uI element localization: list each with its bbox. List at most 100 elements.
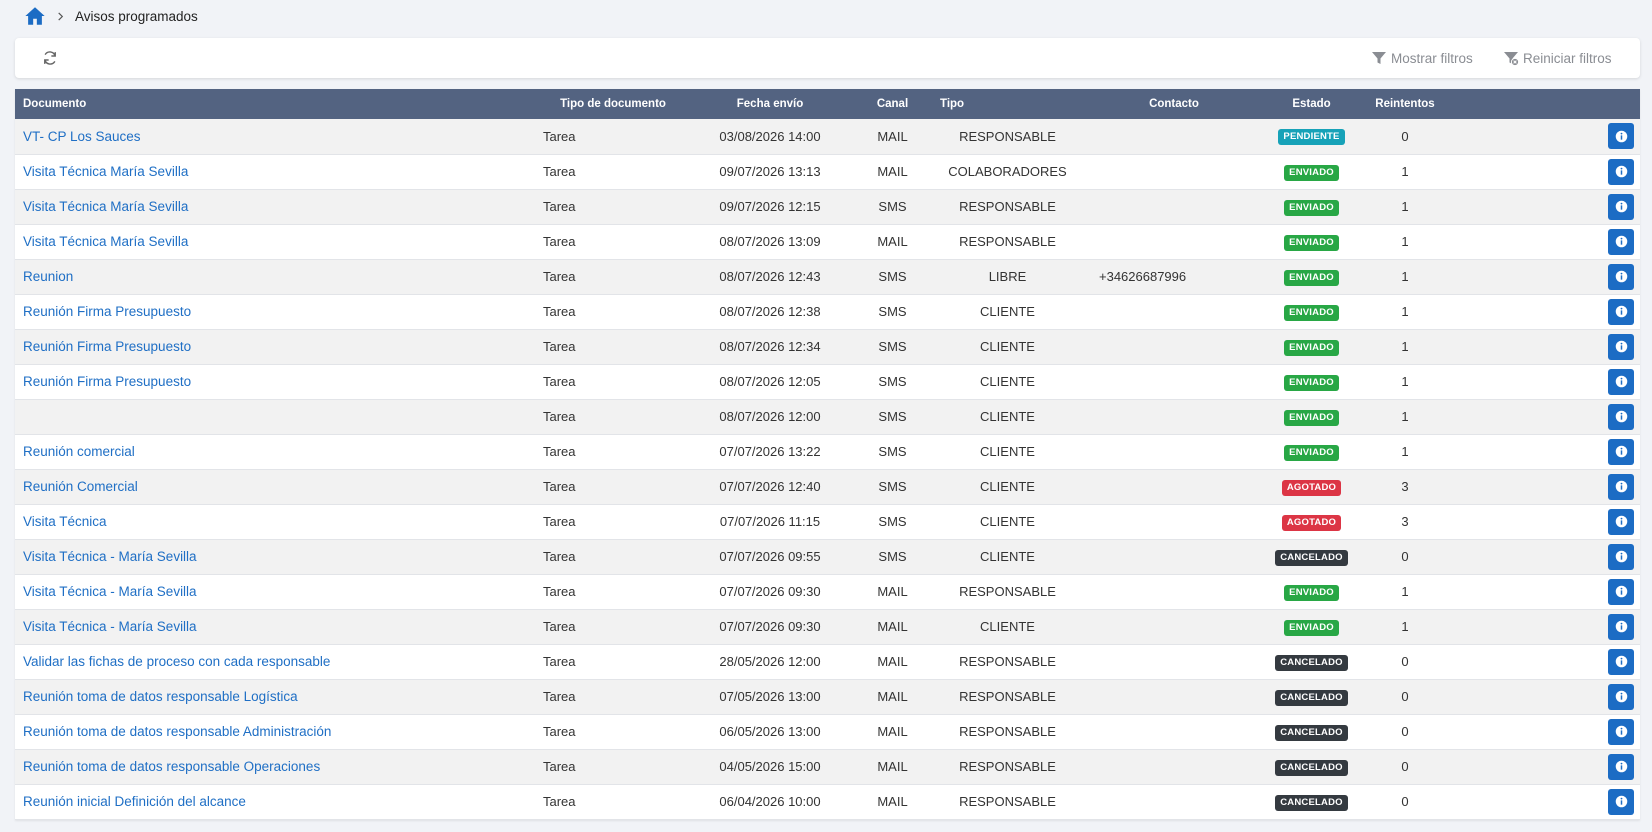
cell-estado: AGOTADO: [1263, 504, 1360, 539]
info-button[interactable]: [1608, 718, 1634, 745]
refresh-icon[interactable]: [41, 49, 59, 67]
document-link[interactable]: Reunión toma de datos responsable Admini…: [23, 724, 331, 739]
cell-tipo: RESPONSABLE: [959, 759, 1056, 774]
cell-tipo-documento: Tarea: [543, 724, 576, 739]
table-row[interactable]: Visita Técnica Tarea 07/07/2026 11:15 SMS CL…: [15, 504, 1640, 539]
info-button[interactable]: [1608, 473, 1634, 500]
info-button[interactable]: [1608, 788, 1634, 815]
table-row[interactable]: Visita Técnica María Sevilla Tarea 08/07/2…: [15, 224, 1640, 259]
cell-fecha-envio: 08/07/2026 12:38: [719, 304, 821, 319]
cell-tipo-documento: Tarea: [543, 374, 576, 389]
info-button[interactable]: [1608, 263, 1634, 290]
info-button[interactable]: [1608, 298, 1634, 325]
table-row[interactable]: Reunión Comercial Tarea 07/07/2026 12:40 SM…: [15, 469, 1640, 504]
info-button[interactable]: [1608, 648, 1634, 675]
cell-actions: [1450, 154, 1640, 189]
header-reintentos[interactable]: Reintentos: [1360, 89, 1450, 119]
table-row[interactable]: Reunión toma de datos responsable Admini…: [15, 714, 1640, 749]
document-link[interactable]: Visita Técnica - María Sevilla: [23, 619, 197, 634]
table-row[interactable]: Visita Técnica - María Sevilla Tarea 07/07…: [15, 574, 1640, 609]
cell-canal: SMS: [878, 339, 907, 354]
cell-fecha-envio: 08/07/2026 12:05: [719, 374, 821, 389]
cell-actions: [1450, 679, 1640, 714]
info-button[interactable]: [1608, 193, 1634, 220]
table-row[interactable]: Reunión toma de datos responsable Operac…: [15, 749, 1640, 784]
table-row[interactable]: Reunion Tarea 08/07/2026 12:43 SMS LIBRE +346…: [15, 259, 1640, 294]
cell-contacto: [1085, 679, 1263, 714]
status-badge: PENDIENTE: [1278, 129, 1345, 146]
cell-canal: SMS: [878, 304, 907, 319]
info-icon: [1615, 270, 1627, 283]
document-link[interactable]: Visita Técnica María Sevilla: [23, 164, 188, 179]
document-link[interactable]: Reunión toma de datos responsable Operac…: [23, 759, 320, 774]
cell-actions: [1450, 609, 1640, 644]
cell-documento: Reunión toma de datos responsable Operac…: [15, 749, 505, 784]
table-row[interactable]: Validar las fichas de proceso con cada r…: [15, 644, 1640, 679]
table-row[interactable]: Tarea 08/07/2026 12:00 SMS CLIENTE ENVIADO 1: [15, 399, 1640, 434]
status-badge: ENVIADO: [1284, 444, 1339, 461]
document-link[interactable]: Visita Técnica María Sevilla: [23, 234, 188, 249]
table-row[interactable]: Visita Técnica María Sevilla Tarea 09/07/2…: [15, 154, 1640, 189]
info-button[interactable]: [1608, 403, 1634, 430]
info-button[interactable]: [1608, 508, 1634, 535]
document-link[interactable]: Reunión comercial: [23, 444, 135, 459]
reset-filters-button[interactable]: Reiniciar filtros: [1503, 48, 1612, 68]
document-link[interactable]: Reunión inicial Definición del alcance: [23, 794, 246, 809]
document-link[interactable]: VT- CP Los Sauces: [23, 129, 141, 144]
table-row[interactable]: Reunión toma de datos responsable Logíst…: [15, 679, 1640, 714]
cell-actions: [1450, 784, 1640, 819]
document-link[interactable]: Reunión toma de datos responsable Logíst…: [23, 689, 298, 704]
cell-canal: SMS: [878, 549, 907, 564]
breadcrumb: Avisos programados: [24, 5, 198, 27]
info-button[interactable]: [1608, 683, 1634, 710]
cell-contacto: [1085, 574, 1263, 609]
info-button[interactable]: [1608, 543, 1634, 570]
header-estado[interactable]: Estado: [1263, 89, 1360, 119]
table-row[interactable]: Visita Técnica - María Sevilla Tarea 07/07…: [15, 539, 1640, 574]
document-link[interactable]: Visita Técnica: [23, 514, 107, 529]
header-fecha-envio[interactable]: Fecha envío: [685, 89, 855, 119]
info-button[interactable]: [1608, 228, 1634, 255]
table-row[interactable]: VT- CP Los Sauces Tarea 03/08/2026 14:00 MA…: [15, 119, 1640, 154]
cell-actions: [1450, 259, 1640, 294]
info-button[interactable]: [1608, 158, 1634, 185]
header-tipo-documento[interactable]: Tipo de documento: [505, 89, 685, 119]
document-link[interactable]: Visita Técnica - María Sevilla: [23, 584, 197, 599]
header-tipo[interactable]: Tipo: [930, 89, 1085, 119]
cell-tipo: CLIENTE: [980, 374, 1035, 389]
table-row[interactable]: Reunión comercial Tarea 07/07/2026 13:22 SM…: [15, 434, 1640, 469]
document-link[interactable]: Visita Técnica - María Sevilla: [23, 549, 197, 564]
document-link[interactable]: Reunión Firma Presupuesto: [23, 304, 191, 319]
table-row[interactable]: Visita Técnica - María Sevilla Tarea 07/07…: [15, 609, 1640, 644]
document-link[interactable]: Reunion: [23, 269, 73, 284]
info-button[interactable]: [1608, 333, 1634, 360]
document-link[interactable]: Reunión Firma Presupuesto: [23, 374, 191, 389]
home-icon[interactable]: [24, 5, 46, 27]
cell-estado: ENVIADO: [1263, 329, 1360, 364]
cell-tipo-documento: Tarea: [543, 128, 576, 144]
show-filters-button[interactable]: Mostrar filtros: [1371, 48, 1473, 68]
info-button[interactable]: [1608, 613, 1634, 640]
status-badge: CANCELADO: [1275, 654, 1348, 671]
cell-documento: Visita Técnica María Sevilla: [15, 189, 505, 224]
header-documento[interactable]: Documento: [15, 89, 505, 119]
info-button[interactable]: [1608, 753, 1634, 780]
info-icon: [1615, 445, 1627, 458]
table-row[interactable]: Reunión Firma Presupuesto Tarea 08/07/2026…: [15, 329, 1640, 364]
table-row[interactable]: Reunión inicial Definición del alcance Ta…: [15, 784, 1640, 819]
table-row[interactable]: Visita Técnica María Sevilla Tarea 09/07/2…: [15, 189, 1640, 224]
document-link[interactable]: Reunión Comercial: [23, 479, 138, 494]
cell-canal: MAIL: [877, 794, 908, 809]
table-row[interactable]: Reunión Firma Presupuesto Tarea 08/07/2026…: [15, 364, 1640, 399]
document-link[interactable]: Validar las fichas de proceso con cada r…: [23, 654, 330, 669]
cell-fecha-envio: 07/07/2026 13:22: [719, 444, 821, 459]
document-link[interactable]: Visita Técnica María Sevilla: [23, 199, 188, 214]
info-button[interactable]: [1608, 578, 1634, 605]
header-contacto[interactable]: Contacto: [1085, 89, 1263, 119]
header-canal[interactable]: Canal: [855, 89, 930, 119]
info-button[interactable]: [1608, 438, 1634, 465]
document-link[interactable]: Reunión Firma Presupuesto: [23, 339, 191, 354]
info-button[interactable]: [1608, 123, 1634, 150]
table-row[interactable]: Reunión Firma Presupuesto Tarea 08/07/2026…: [15, 294, 1640, 329]
info-button[interactable]: [1608, 368, 1634, 395]
